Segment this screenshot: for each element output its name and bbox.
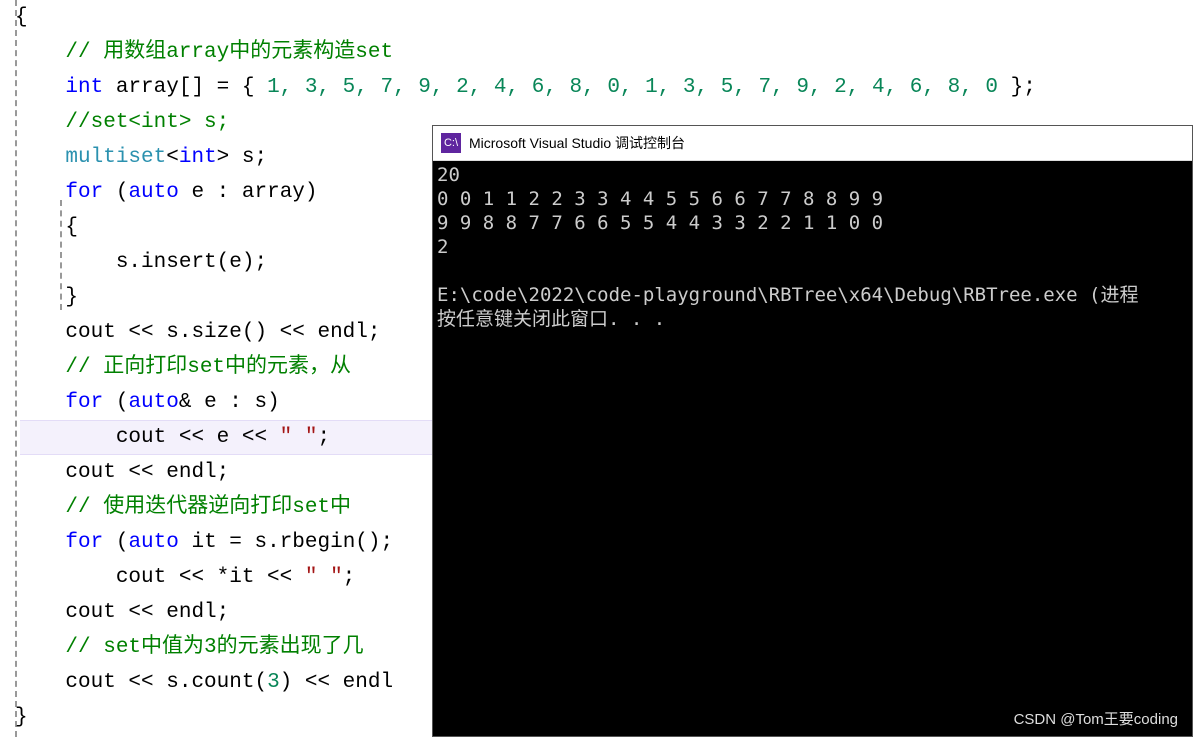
- console-output: 20 0 0 1 1 2 2 3 3 4 4 5 5 6 6 7 7 8 8 9…: [433, 161, 1192, 333]
- console-titlebar[interactable]: C:\ Microsoft Visual Studio 调试控制台: [433, 126, 1192, 161]
- code-line: int array[] = { 1, 3, 5, 7, 9, 2, 4, 6, …: [15, 70, 1193, 105]
- code-line: {: [15, 0, 1193, 35]
- console-title: Microsoft Visual Studio 调试控制台: [469, 133, 685, 153]
- debug-console-window[interactable]: C:\ Microsoft Visual Studio 调试控制台 20 0 0…: [432, 125, 1193, 737]
- vs-icon: C:\: [441, 133, 461, 153]
- watermark: CSDN @Tom王要coding: [1014, 708, 1178, 729]
- code-line: // 用数组array中的元素构造set: [15, 35, 1193, 70]
